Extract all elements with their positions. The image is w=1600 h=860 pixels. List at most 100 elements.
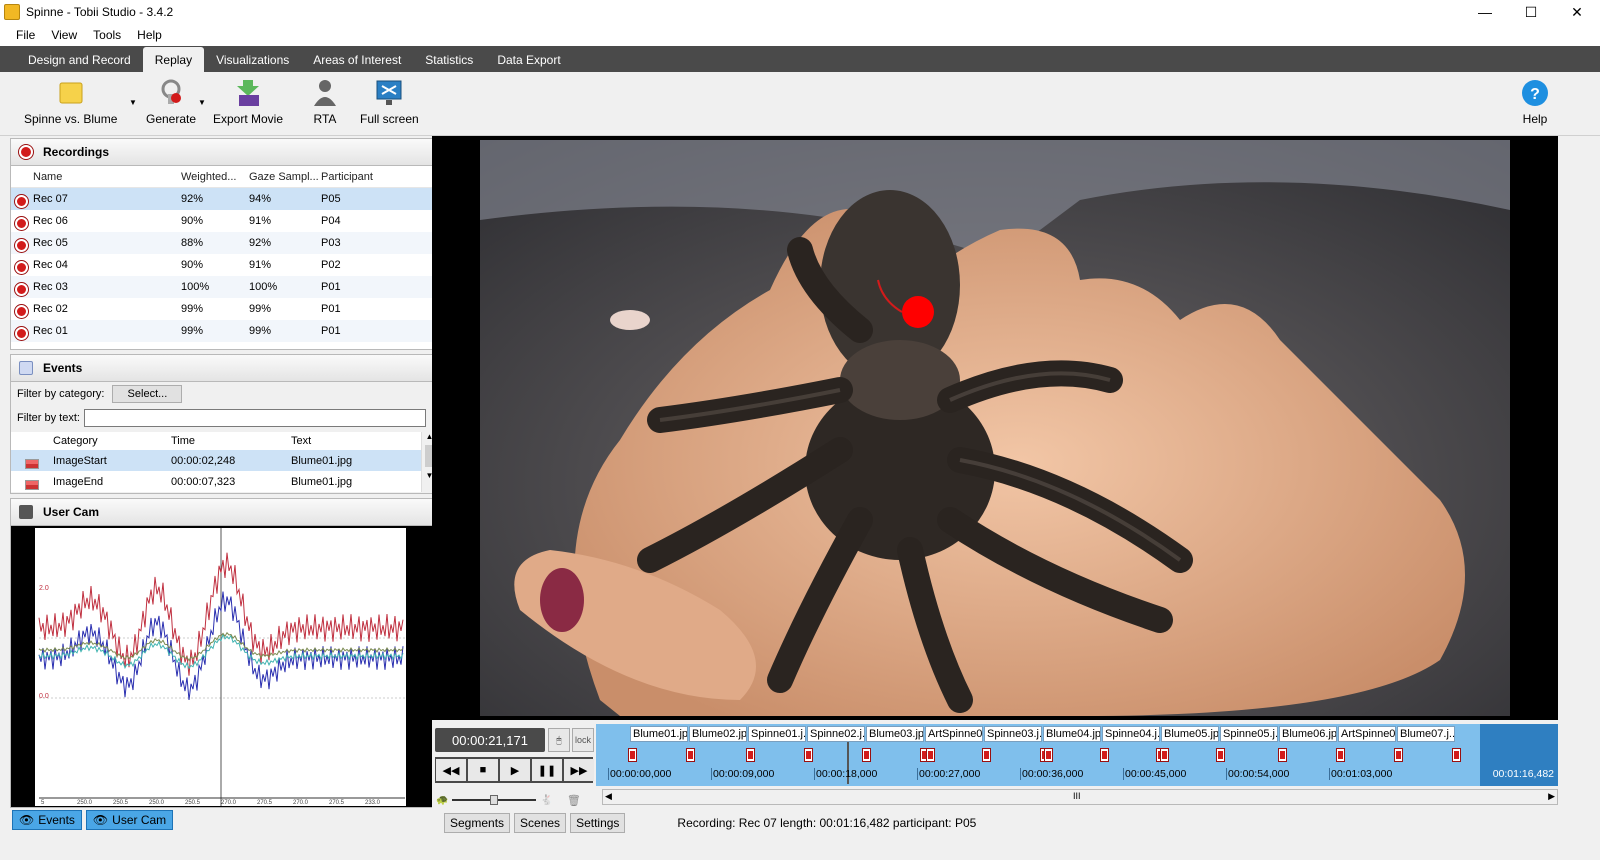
events-icon: [19, 361, 33, 375]
event-marker[interactable]: [1216, 748, 1225, 762]
recording-row[interactable]: Rec 04 90% 91% P02: [11, 254, 437, 276]
scene-label[interactable]: Blume05.jpg: [1161, 726, 1219, 742]
tab-areas-of-interest[interactable]: Areas of Interest: [301, 47, 413, 72]
event-marker[interactable]: [1044, 748, 1053, 762]
scroll-grip[interactable]: III: [1073, 791, 1081, 801]
event-row[interactable]: ImageEnd 00:00:07,323 Blume01.jpg: [11, 471, 437, 492]
help-button[interactable]: ? Help: [1520, 78, 1550, 126]
generate-button[interactable]: Generate: [146, 78, 196, 126]
timeline-scrollbar[interactable]: ◀ III ▶: [602, 789, 1558, 805]
menu-tools[interactable]: Tools: [85, 28, 129, 42]
fast-forward-button[interactable]: ▶▶: [564, 759, 594, 781]
event-marker[interactable]: [804, 748, 813, 762]
toolbar: Spinne vs. Blume ▼ Generate ▼ Export Mov…: [0, 72, 1600, 136]
speed-slider-thumb[interactable]: [490, 795, 499, 805]
export-movie-button[interactable]: Export Movie: [213, 78, 283, 126]
scene-label[interactable]: Spinne01.j...: [748, 726, 806, 742]
scene-label[interactable]: ArtSpinne0...: [1338, 726, 1396, 742]
segments-button[interactable]: Segments: [444, 813, 511, 833]
recordings-header[interactable]: Recordings: [10, 138, 438, 166]
minimize-button[interactable]: —: [1462, 0, 1508, 24]
tab-statistics[interactable]: Statistics: [413, 47, 485, 72]
recording-row[interactable]: Rec 05 88% 92% P03: [11, 232, 437, 254]
rewind-button[interactable]: ◀◀: [436, 759, 466, 781]
image-event-icon: [25, 458, 39, 469]
scene-label[interactable]: Blume07.j...: [1397, 726, 1455, 742]
scene-label[interactable]: Spinne05.j...: [1220, 726, 1278, 742]
event-marker[interactable]: [926, 748, 935, 762]
timeline[interactable]: 00:01:16,482 Blume01.jpgBlume02.jpgSpinn…: [596, 724, 1558, 786]
scene-label[interactable]: ArtSpinne0...: [925, 726, 983, 742]
stop-button[interactable]: ■: [468, 759, 498, 781]
recording-weighted: 90%: [181, 215, 204, 227]
close-button[interactable]: ✕: [1554, 0, 1600, 24]
event-marker[interactable]: [686, 748, 695, 762]
tab-replay[interactable]: Replay: [142, 47, 205, 72]
event-marker[interactable]: [1160, 748, 1169, 762]
svg-text:?: ?: [1530, 86, 1540, 103]
tab-design-record[interactable]: Design and Record: [16, 47, 143, 72]
scene-label[interactable]: Blume03.jpg: [866, 726, 924, 742]
column-time[interactable]: Time: [171, 435, 291, 447]
event-row[interactable]: ImageStart 00:00:02,248 Blume01.jpg: [11, 450, 437, 471]
event-text: Blume01.jpg: [291, 475, 353, 488]
trash-icon[interactable]: 🗑: [567, 794, 581, 807]
event-marker[interactable]: [1278, 748, 1287, 762]
select-category-button[interactable]: Select...: [112, 385, 183, 403]
column-gaze-samples[interactable]: Gaze Sampl...: [249, 171, 321, 183]
scene-label[interactable]: Spinne03.j...: [984, 726, 1042, 742]
test-selector-button[interactable]: Spinne vs. Blume: [24, 78, 117, 126]
usercam-header[interactable]: User Cam: [10, 498, 438, 526]
speed-slider[interactable]: [452, 795, 537, 805]
usercam-toggle[interactable]: 👁 User Cam: [85, 810, 174, 830]
events-header[interactable]: Events: [10, 354, 438, 382]
maximize-button[interactable]: ☐: [1508, 0, 1554, 24]
event-marker[interactable]: [746, 748, 755, 762]
tab-data-export[interactable]: Data Export: [485, 47, 572, 72]
column-name[interactable]: Name: [11, 171, 181, 183]
menu-file[interactable]: File: [8, 28, 43, 42]
settings-button[interactable]: Settings: [570, 813, 626, 833]
recording-row[interactable]: Rec 07 92% 94% P05: [11, 188, 437, 210]
event-marker[interactable]: [1394, 748, 1403, 762]
rta-button[interactable]: RTA: [310, 78, 340, 126]
event-marker[interactable]: [982, 748, 991, 762]
tab-visualizations[interactable]: Visualizations: [204, 47, 301, 72]
event-category: ImageStart: [53, 454, 107, 467]
scene-label[interactable]: Blume04.jpg: [1043, 726, 1101, 742]
scene-label[interactable]: Blume06.jpg: [1279, 726, 1337, 742]
scroll-left-icon[interactable]: ◀: [605, 791, 612, 802]
recording-row[interactable]: Rec 02 99% 99% P01: [11, 298, 437, 320]
record-icon: [15, 261, 28, 274]
event-marker[interactable]: [1452, 748, 1461, 762]
menu-view[interactable]: View: [43, 28, 85, 42]
timeline-tick: 00:00:00,000: [607, 768, 672, 780]
scenes-button[interactable]: Scenes: [514, 813, 567, 833]
scene-label[interactable]: Blume02.jpg: [689, 726, 747, 742]
event-marker[interactable]: [1336, 748, 1345, 762]
event-marker[interactable]: [862, 748, 871, 762]
recording-row[interactable]: Rec 01 99% 99% P01: [11, 320, 437, 342]
play-button[interactable]: ▶: [500, 759, 530, 781]
column-text[interactable]: Text: [291, 435, 411, 447]
column-category[interactable]: Category: [11, 435, 171, 447]
generate-dropdown-arrow[interactable]: ▼: [198, 98, 206, 107]
column-participant[interactable]: Participant: [321, 171, 401, 183]
mouse-icon[interactable]: 🖱: [548, 728, 570, 752]
events-toggle[interactable]: 👁 Events: [12, 810, 82, 830]
column-weighted[interactable]: Weighted...: [181, 171, 249, 183]
filter-text-input[interactable]: [83, 409, 426, 427]
event-marker[interactable]: [1100, 748, 1109, 762]
lock-button[interactable]: lock: [572, 728, 594, 752]
event-marker[interactable]: [628, 748, 637, 762]
scroll-right-icon[interactable]: ▶: [1548, 791, 1555, 802]
scene-label[interactable]: Spinne02.j...: [807, 726, 865, 742]
scene-label[interactable]: Blume01.jpg: [630, 726, 688, 742]
full-screen-button[interactable]: Full screen: [360, 78, 419, 126]
recording-row[interactable]: Rec 06 90% 91% P04: [11, 210, 437, 232]
menu-help[interactable]: Help: [129, 28, 170, 42]
test-dropdown-arrow[interactable]: ▼: [129, 98, 137, 107]
scene-label[interactable]: Spinne04.j...: [1102, 726, 1160, 742]
recording-row[interactable]: Rec 03 100% 100% P01: [11, 276, 437, 298]
pause-button[interactable]: ❚❚: [532, 759, 562, 781]
